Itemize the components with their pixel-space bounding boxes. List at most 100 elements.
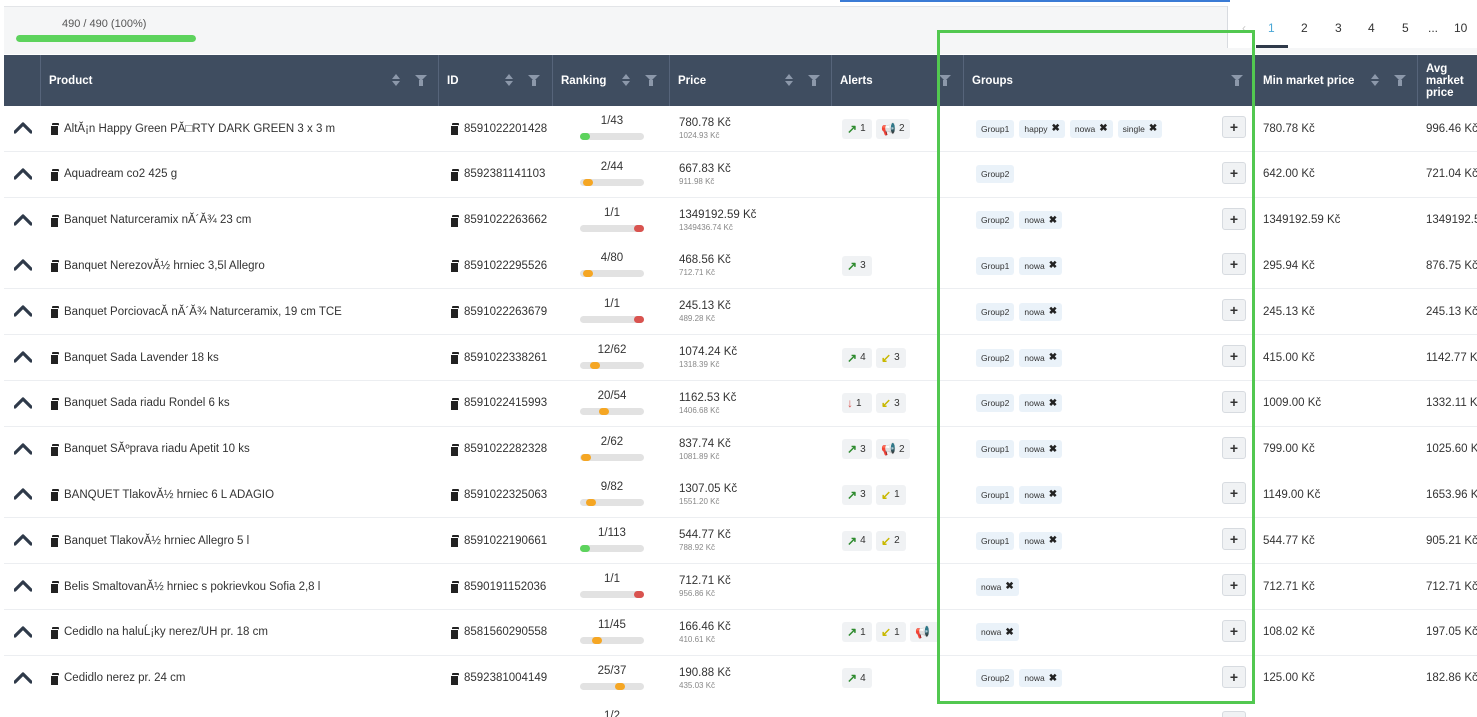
- chevron-up-icon[interactable]: [14, 488, 32, 500]
- chevron-up-icon[interactable]: [14, 305, 32, 317]
- pagination-page-10[interactable]: 10: [1454, 21, 1467, 35]
- remove-tag-icon[interactable]: ✖: [1005, 627, 1013, 638]
- group-tag[interactable]: Group2: [976, 348, 1015, 367]
- filter-icon[interactable]: [1394, 75, 1406, 87]
- header-ranking[interactable]: Ranking: [552, 55, 669, 106]
- group-tag[interactable]: nowa ✖: [1019, 394, 1063, 413]
- remove-tag-icon[interactable]: ✖: [1099, 123, 1107, 134]
- add-group-button[interactable]: +: [1222, 482, 1246, 505]
- header-avg-market-price[interactable]: Avg market price: [1417, 55, 1477, 106]
- copy-icon[interactable]: [50, 443, 59, 457]
- copy-icon[interactable]: [450, 214, 459, 228]
- header-groups[interactable]: Groups: [963, 55, 1254, 106]
- group-tag[interactable]: Group1: [976, 256, 1015, 275]
- alert-badge[interactable]: ↙ 1: [876, 622, 906, 643]
- sort-icon[interactable]: [504, 74, 514, 88]
- group-tag[interactable]: Group2: [976, 302, 1015, 321]
- product-name[interactable]: BANQUET TlakovĂ½ hrniec 6 L ADAGIO: [64, 489, 274, 501]
- remove-tag-icon[interactable]: ✖: [1049, 260, 1057, 271]
- header-alerts[interactable]: Alerts: [831, 55, 963, 106]
- copy-icon[interactable]: [50, 214, 59, 228]
- group-tag[interactable]: Group2: [976, 669, 1015, 688]
- copy-icon[interactable]: [450, 352, 459, 365]
- remove-tag-icon[interactable]: ✖: [1049, 535, 1057, 546]
- header-price[interactable]: Price: [669, 55, 831, 106]
- pagination-page-3[interactable]: 3: [1335, 21, 1342, 35]
- copy-icon[interactable]: [450, 123, 459, 136]
- alert-badge[interactable]: ↓ 1: [842, 393, 872, 414]
- header-min-market-price[interactable]: Min market price: [1254, 55, 1417, 106]
- product-name[interactable]: Banquet NerezovĂ½ hrniec 3,5l Allegro: [64, 260, 265, 272]
- group-tag[interactable]: Group1: [976, 485, 1015, 504]
- group-tag[interactable]: happy ✖: [1019, 119, 1065, 138]
- add-group-button[interactable]: +: [1222, 253, 1246, 276]
- group-tag[interactable]: single ✖: [1117, 119, 1163, 138]
- filter-icon[interactable]: [415, 75, 427, 87]
- group-tag[interactable]: nowa ✖: [1019, 531, 1063, 550]
- group-tag[interactable]: nowa ✖: [1019, 348, 1063, 367]
- add-group-button[interactable]: +: [1222, 574, 1246, 596]
- copy-icon[interactable]: [50, 397, 59, 411]
- product-name[interactable]: Belis SmaltovanĂ½ hrniec s pokrievkou So…: [64, 581, 320, 593]
- add-group-button[interactable]: +: [1222, 619, 1246, 642]
- alert-badge[interactable]: ↙ 3: [876, 347, 906, 368]
- copy-icon[interactable]: [450, 397, 459, 411]
- group-tag[interactable]: Group1: [976, 440, 1015, 459]
- header-id[interactable]: ID: [438, 55, 552, 106]
- product-name[interactable]: Banquet SĂºprava riadu Apetit 10 ks: [64, 443, 250, 455]
- copy-icon[interactable]: [50, 352, 59, 365]
- product-name[interactable]: Cedidlo na haluĹ¡ky nerez/UH pr. 18 cm: [64, 626, 268, 638]
- copy-icon[interactable]: [50, 489, 59, 503]
- chevron-up-icon[interactable]: [14, 397, 32, 409]
- sort-icon[interactable]: [391, 74, 401, 88]
- chevron-up-icon[interactable]: [14, 351, 32, 363]
- product-name[interactable]: Banquet Sada Lavender 18 ks: [64, 352, 219, 364]
- copy-icon[interactable]: [450, 443, 459, 457]
- filter-icon[interactable]: [645, 75, 657, 87]
- remove-tag-icon[interactable]: ✖: [1049, 489, 1057, 500]
- group-tag[interactable]: Group2: [976, 165, 1015, 184]
- product-name[interactable]: Aquadream co2 425 g: [64, 168, 177, 180]
- group-tag[interactable]: nowa ✖: [976, 623, 1019, 642]
- add-group-button[interactable]: +: [1222, 665, 1246, 688]
- filter-icon[interactable]: [528, 75, 540, 87]
- copy-icon[interactable]: [50, 672, 59, 686]
- remove-tag-icon[interactable]: ✖: [1049, 215, 1057, 226]
- group-tag[interactable]: nowa ✖: [1019, 211, 1063, 230]
- alert-badge[interactable]: ↗ 3: [842, 255, 872, 276]
- product-name[interactable]: Banquet PorciovacĂ nĂ´Ă¾ Naturceramix, 1…: [64, 306, 342, 318]
- copy-icon[interactable]: [50, 535, 59, 549]
- add-group-button[interactable]: +: [1222, 299, 1246, 322]
- alert-badge[interactable]: ↙ 2: [876, 530, 906, 551]
- chevron-up-icon[interactable]: [14, 122, 32, 134]
- pagination-page-2[interactable]: 2: [1301, 21, 1308, 35]
- remove-tag-icon[interactable]: ✖: [1005, 581, 1013, 592]
- alert-badge[interactable]: ↗ 4: [842, 347, 872, 368]
- add-group-button[interactable]: +: [1222, 207, 1246, 230]
- copy-icon[interactable]: [50, 306, 59, 320]
- copy-icon[interactable]: [50, 123, 59, 136]
- product-name[interactable]: Cedidlo nerez pr. 24 cm: [64, 672, 185, 684]
- sort-icon[interactable]: [621, 74, 631, 88]
- group-tag[interactable]: nowa ✖: [1019, 302, 1063, 321]
- sort-icon[interactable]: [784, 74, 794, 88]
- add-group-button[interactable]: +: [1222, 116, 1246, 138]
- filter-icon[interactable]: [1231, 75, 1243, 87]
- filter-icon[interactable]: [939, 75, 951, 87]
- copy-icon[interactable]: [450, 489, 459, 503]
- chevron-up-icon[interactable]: [14, 534, 32, 546]
- copy-icon[interactable]: [50, 581, 59, 594]
- alert-badge[interactable]: 📢: [910, 622, 940, 643]
- pagination-prev[interactable]: ‹: [1242, 21, 1246, 35]
- sort-icon[interactable]: [1370, 74, 1380, 88]
- pagination-page-5[interactable]: 5: [1402, 21, 1409, 35]
- copy-icon[interactable]: [450, 672, 459, 686]
- alert-badge[interactable]: ↗ 3: [842, 439, 872, 460]
- filter-icon[interactable]: [808, 75, 820, 87]
- add-group-button[interactable]: +: [1222, 436, 1246, 459]
- product-name[interactable]: Banquet TlakovĂ½ hrniec Allegro 5 l: [64, 535, 249, 547]
- group-tag[interactable]: nowa ✖: [1019, 440, 1063, 459]
- remove-tag-icon[interactable]: ✖: [1149, 123, 1157, 134]
- add-group-button[interactable]: +: [1222, 161, 1246, 184]
- alert-badge[interactable]: ↙ 3: [876, 393, 906, 414]
